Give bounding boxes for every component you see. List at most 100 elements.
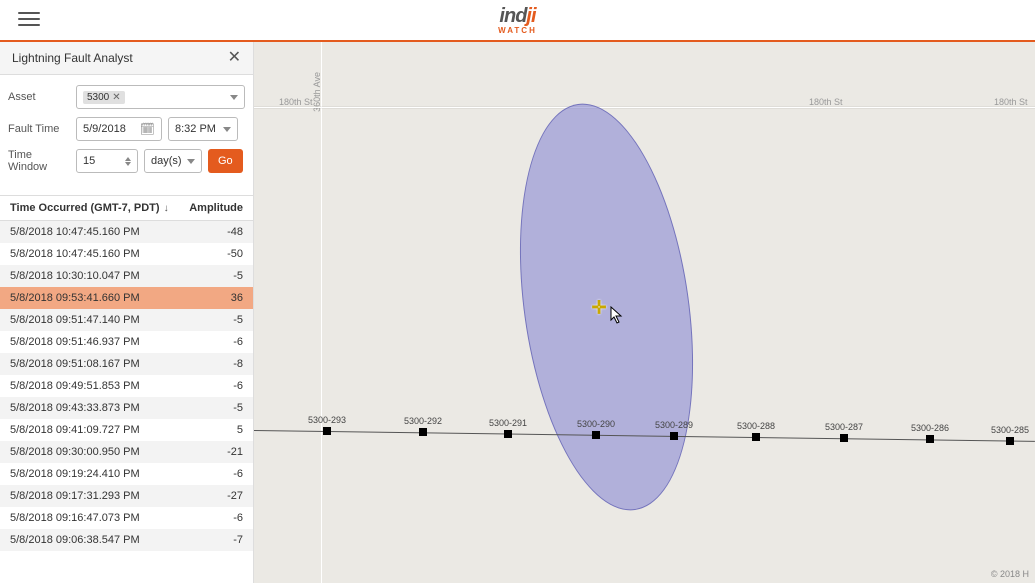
tower-marker[interactable] — [670, 432, 678, 440]
spinner-arrows-icon[interactable] — [125, 157, 131, 166]
row-amplitude: -7 — [173, 534, 243, 546]
tower-label: 5300-289 — [655, 420, 693, 430]
fault-date-input[interactable]: 5/9/2018 🗓 — [76, 117, 162, 141]
road-v-label: 360th Ave — [312, 72, 322, 112]
table-row[interactable]: 5/8/2018 09:51:47.140 PM-5 — [0, 309, 253, 331]
tower-marker[interactable] — [592, 431, 600, 439]
remove-chip-icon[interactable]: ✕ — [112, 92, 120, 103]
tower-label: 5300-285 — [991, 425, 1029, 435]
menu-icon[interactable] — [18, 12, 40, 30]
row-amplitude: 36 — [173, 292, 243, 304]
cursor-icon — [610, 306, 624, 327]
col-time-header[interactable]: Time Occurred (GMT-7, PDT) ↓ — [10, 202, 173, 214]
app-logo: indji WATCH — [498, 6, 537, 35]
row-amplitude: -21 — [173, 446, 243, 458]
asset-select[interactable]: 5300 ✕ — [76, 85, 245, 109]
asset-chip[interactable]: 5300 ✕ — [83, 91, 125, 104]
table-row[interactable]: 5/8/2018 09:41:09.727 PM5 — [0, 419, 253, 441]
row-time: 5/8/2018 09:51:08.167 PM — [10, 358, 173, 370]
tower-label: 5300-292 — [404, 416, 442, 426]
panel-header: Lightning Fault Analyst ✕ — [0, 42, 253, 75]
tower-marker[interactable] — [419, 428, 427, 436]
chevron-down-icon — [230, 95, 238, 100]
map-copyright: © 2018 H — [991, 569, 1029, 579]
table-row[interactable]: 5/8/2018 09:49:51.853 PM-6 — [0, 375, 253, 397]
tower-label: 5300-286 — [911, 423, 949, 433]
col-amp-header[interactable]: Amplitude — [173, 202, 243, 214]
tower-label: 5300-288 — [737, 421, 775, 431]
chevron-down-icon — [187, 159, 195, 164]
window-value-input[interactable]: 15 — [76, 149, 138, 173]
panel-title: Lightning Fault Analyst — [12, 51, 133, 65]
road-vertical — [321, 42, 322, 583]
sidebar-panel: Lightning Fault Analyst ✕ Asset 5300 ✕ F… — [0, 42, 254, 583]
road-label-right: 180th St — [994, 97, 1028, 107]
table-row[interactable]: 5/8/2018 09:43:33.873 PM-5 — [0, 397, 253, 419]
tower-label: 5300-291 — [489, 418, 527, 428]
row-amplitude: -6 — [173, 336, 243, 348]
row-amplitude: -6 — [173, 512, 243, 524]
table-row[interactable]: 5/8/2018 10:47:45.160 PM-50 — [0, 243, 253, 265]
filters-section: Asset 5300 ✕ Fault Time 5/9/2018 🗓 8:32 … — [0, 75, 253, 183]
table-header-row: Time Occurred (GMT-7, PDT) ↓ Amplitude — [0, 196, 253, 221]
row-time: 5/8/2018 09:06:38.547 PM — [10, 534, 173, 546]
tower-marker[interactable] — [752, 433, 760, 441]
road-label-left: 180th St — [279, 97, 313, 107]
table-row[interactable]: 5/8/2018 09:51:46.937 PM-6 — [0, 331, 253, 353]
table-row[interactable]: 5/8/2018 09:17:31.293 PM-27 — [0, 485, 253, 507]
row-amplitude: -5 — [173, 402, 243, 414]
tower-label: 5300-290 — [577, 419, 615, 429]
tower-marker[interactable] — [840, 434, 848, 442]
tower-marker[interactable] — [1006, 437, 1014, 445]
results-table: Time Occurred (GMT-7, PDT) ↓ Amplitude 5… — [0, 195, 253, 583]
row-time: 5/8/2018 09:53:41.660 PM — [10, 292, 173, 304]
table-row[interactable]: 5/8/2018 10:47:45.160 PM-48 — [0, 221, 253, 243]
tower-label: 5300-287 — [825, 422, 863, 432]
table-row[interactable]: 5/8/2018 09:51:08.167 PM-8 — [0, 353, 253, 375]
strike-marker-icon: ✛ — [591, 298, 606, 319]
road-label-mid: 180th St — [809, 97, 843, 107]
row-time: 5/8/2018 09:41:09.727 PM — [10, 424, 173, 436]
tower-marker[interactable] — [323, 427, 331, 435]
fault-time-label: Fault Time — [8, 123, 70, 135]
go-button[interactable]: Go — [208, 149, 243, 173]
row-amplitude: -8 — [173, 358, 243, 370]
table-row[interactable]: 5/8/2018 09:19:24.410 PM-6 — [0, 463, 253, 485]
app-header: indji WATCH — [0, 0, 1035, 42]
chevron-down-icon — [223, 127, 231, 132]
row-amplitude: -6 — [173, 380, 243, 392]
row-time: 5/8/2018 09:16:47.073 PM — [10, 512, 173, 524]
table-row[interactable]: 5/8/2018 10:30:10.047 PM-5 — [0, 265, 253, 287]
row-amplitude: -5 — [173, 270, 243, 282]
table-row[interactable]: 5/8/2018 09:53:41.660 PM36 — [0, 287, 253, 309]
row-time: 5/8/2018 09:51:47.140 PM — [10, 314, 173, 326]
tower-marker[interactable] — [926, 435, 934, 443]
row-amplitude: -27 — [173, 490, 243, 502]
row-time: 5/8/2018 10:30:10.047 PM — [10, 270, 173, 282]
sort-down-icon: ↓ — [164, 203, 169, 214]
row-amplitude: -50 — [173, 248, 243, 260]
row-time: 5/8/2018 09:17:31.293 PM — [10, 490, 173, 502]
fault-time-input[interactable]: 8:32 PM — [168, 117, 238, 141]
row-time: 5/8/2018 10:47:45.160 PM — [10, 248, 173, 260]
map-canvas[interactable]: 360th Ave 180th St 180th St 180th St 530… — [254, 42, 1035, 583]
close-icon[interactable]: ✕ — [228, 50, 241, 66]
row-amplitude: -48 — [173, 226, 243, 238]
row-amplitude: -6 — [173, 468, 243, 480]
row-time: 5/8/2018 09:30:00.950 PM — [10, 446, 173, 458]
tower-label: 5300-293 — [308, 415, 346, 425]
row-time: 5/8/2018 09:51:46.937 PM — [10, 336, 173, 348]
table-row[interactable]: 5/8/2018 09:16:47.073 PM-6 — [0, 507, 253, 529]
row-amplitude: -5 — [173, 314, 243, 326]
row-time: 5/8/2018 10:47:45.160 PM — [10, 226, 173, 238]
row-time: 5/8/2018 09:49:51.853 PM — [10, 380, 173, 392]
window-unit-select[interactable]: day(s) — [144, 149, 202, 173]
tower-marker[interactable] — [504, 430, 512, 438]
table-row[interactable]: 5/8/2018 09:30:00.950 PM-21 — [0, 441, 253, 463]
time-window-label: Time Window — [8, 149, 70, 173]
table-row[interactable]: 5/8/2018 09:06:38.547 PM-7 — [0, 529, 253, 551]
row-time: 5/8/2018 09:43:33.873 PM — [10, 402, 173, 414]
row-amplitude: 5 — [173, 424, 243, 436]
calendar-icon: 🗓 — [140, 122, 155, 136]
row-time: 5/8/2018 09:19:24.410 PM — [10, 468, 173, 480]
